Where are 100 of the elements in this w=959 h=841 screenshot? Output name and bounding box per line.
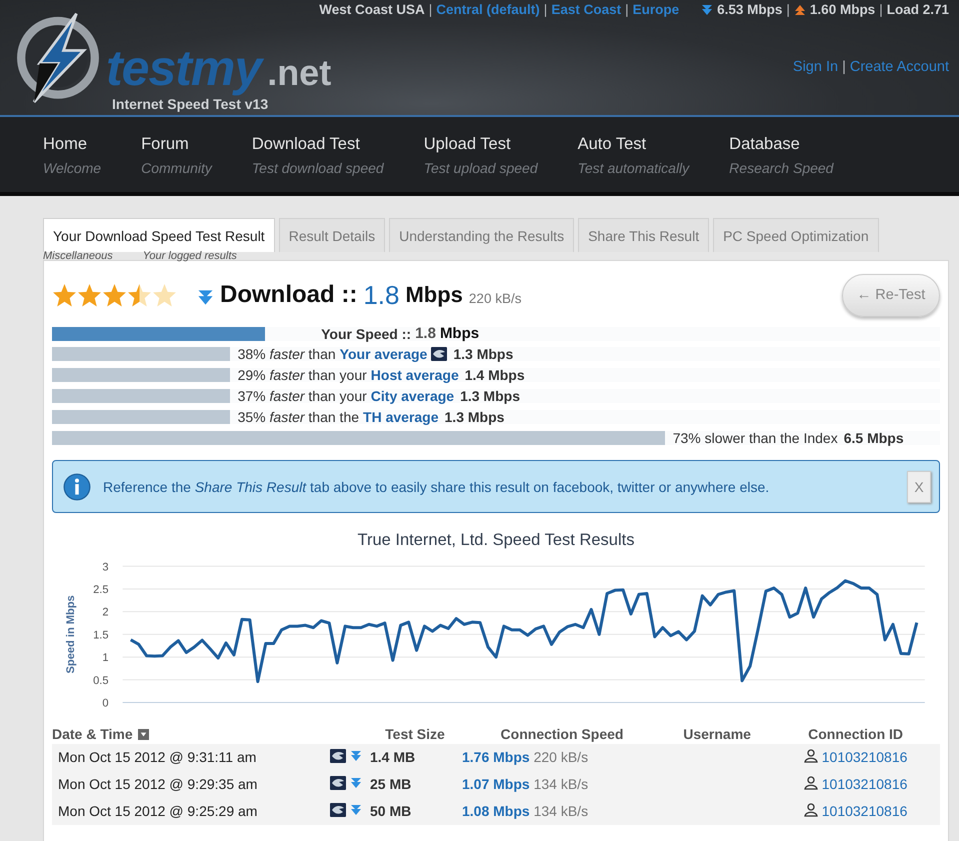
transfer-rate: 220 kB/s bbox=[534, 749, 588, 766]
nav-item[interactable]: Download Test Test download speed bbox=[252, 117, 384, 176]
y-tick-label: 0 bbox=[102, 698, 109, 710]
server-link[interactable]: Central (default) bbox=[436, 2, 540, 17]
connection-id-link[interactable]: 10103210816 bbox=[822, 776, 908, 792]
speed-link[interactable]: 1.76 Mbps bbox=[462, 749, 530, 766]
server-link[interactable]: Europe bbox=[632, 2, 680, 17]
bar-label: 38% faster than bbox=[238, 346, 336, 362]
separator: | bbox=[786, 2, 790, 17]
column-header: Username bbox=[683, 726, 751, 742]
separator: | bbox=[544, 2, 548, 17]
menu-subtitle: Miscellaneous bbox=[43, 252, 113, 260]
server-link[interactable]: East Coast bbox=[551, 2, 622, 17]
star-icon bbox=[52, 282, 77, 308]
retest-button[interactable]: ← Re-Test bbox=[842, 274, 940, 316]
nav-item[interactable]: Home Welcome bbox=[43, 117, 102, 176]
bar-value: 1.8 bbox=[415, 325, 436, 342]
tab[interactable]: PC Speed Optimization bbox=[713, 218, 879, 252]
download-speed: 6.53 Mbps bbox=[717, 2, 782, 17]
column-header: Test Size bbox=[385, 726, 445, 742]
account-link[interactable]: Create Account bbox=[850, 59, 949, 75]
y-tick-label: 1 bbox=[102, 652, 109, 664]
table-cell: 1.4 MB bbox=[369, 744, 461, 771]
download-arrow-icon bbox=[350, 777, 362, 790]
separator: | bbox=[879, 2, 883, 17]
table-cell: 50 MB bbox=[369, 798, 461, 825]
column-header: Connection ID bbox=[808, 726, 904, 742]
upload-speed: 1.60 Mbps bbox=[810, 2, 876, 17]
nav-item[interactable]: Forum Community bbox=[141, 117, 212, 176]
transfer-rate: 134 kB/s bbox=[534, 776, 588, 792]
transfer-rate: 134 kB/s bbox=[534, 803, 588, 820]
download-arrow-icon bbox=[701, 4, 714, 16]
y-axis-title: Speed in Mbps bbox=[65, 595, 78, 674]
bar-value: 1.3 Mbps bbox=[453, 346, 514, 362]
nav-item[interactable]: Upload Test Test upload speed bbox=[424, 117, 538, 176]
y-tick-label: 2 bbox=[102, 606, 109, 619]
sort-icon[interactable] bbox=[138, 728, 149, 740]
download-arrow-icon bbox=[197, 288, 214, 306]
speed-unit: Mbps bbox=[405, 282, 463, 308]
tab[interactable]: Your Download Speed Test Result bbox=[43, 218, 275, 252]
separator: | bbox=[625, 2, 629, 17]
upload-arrow-icon bbox=[794, 4, 806, 16]
logo-wordmark: testmy bbox=[106, 40, 268, 96]
transfer-rate: 220 kB/s bbox=[468, 290, 522, 306]
download-arrow-icon bbox=[350, 804, 362, 816]
team-logo-icon bbox=[330, 776, 346, 790]
nav-item[interactable]: Auto Test Test automatically bbox=[578, 117, 690, 176]
average-link[interactable]: TH average bbox=[363, 409, 439, 425]
tab[interactable]: Share This Result bbox=[578, 218, 710, 252]
bar-value: 1.3 Mbps bbox=[444, 409, 504, 425]
bar-label: 35% faster than the bbox=[238, 409, 360, 425]
connection-id-link[interactable]: 10103210816 bbox=[822, 803, 908, 820]
bar-label: 37% faster than your bbox=[238, 388, 367, 404]
bar-value: 1.4 Mbps bbox=[464, 367, 525, 383]
bar-value: 6.5 Mbps bbox=[844, 430, 904, 446]
bar-label: 73% slower than the Index bbox=[672, 430, 838, 446]
chart-title: True Internet, Ltd. Speed Test Results bbox=[356, 531, 636, 550]
server-load: Load 2.71 bbox=[886, 2, 949, 17]
bar-label: 29% faster than your bbox=[238, 367, 367, 383]
menu-subtitle: Your logged results bbox=[142, 252, 237, 260]
speed-link[interactable]: 1.07 Mbps bbox=[462, 776, 530, 792]
average-link[interactable]: City average bbox=[370, 388, 454, 404]
star-icon bbox=[77, 282, 102, 308]
nav-item[interactable]: Database Research Speed bbox=[729, 117, 834, 176]
bar-unit: Mbps bbox=[440, 325, 480, 342]
column-header: Connection Speed bbox=[500, 726, 624, 742]
average-link[interactable]: Your average bbox=[340, 346, 428, 362]
close-button[interactable]: X bbox=[907, 470, 931, 502]
bar-label: Your Speed :: bbox=[321, 326, 412, 342]
tab[interactable]: Understanding the Results bbox=[389, 218, 574, 252]
team-logo-icon bbox=[330, 802, 346, 817]
server-link[interactable]: West Coast USA bbox=[319, 2, 425, 17]
star-icon bbox=[127, 282, 152, 308]
team-logo-icon bbox=[330, 748, 346, 763]
y-tick-label: 1.5 bbox=[93, 629, 109, 642]
tab[interactable]: Result Details bbox=[278, 218, 386, 252]
separator: | bbox=[842, 59, 846, 75]
team-logo-icon bbox=[431, 347, 448, 361]
column-header[interactable]: Date & Time bbox=[52, 726, 133, 742]
user-icon bbox=[804, 749, 818, 764]
connection-id-link[interactable]: 10103210816 bbox=[822, 749, 908, 766]
star-icon bbox=[102, 282, 127, 308]
table-cell: Mon Oct 15 2012 @ 9:25:29 am bbox=[52, 798, 329, 825]
alert-message: Reference the Share This Result tab above to easily share this result on facebook, twitter or anywhere else. bbox=[103, 478, 770, 494]
speed-link[interactable]: 1.08 Mbps bbox=[462, 803, 530, 820]
y-tick-label: 3 bbox=[102, 561, 109, 574]
account-link[interactable]: Sign In bbox=[792, 59, 838, 75]
logo-tagline: Internet Speed Test v13 bbox=[112, 96, 270, 112]
user-icon bbox=[804, 803, 818, 818]
download-arrow-icon bbox=[350, 750, 362, 762]
separator: | bbox=[428, 2, 432, 17]
table-cell: 25 MB bbox=[369, 770, 461, 798]
download-speed-value: 1.8 bbox=[363, 280, 400, 310]
star-icon bbox=[152, 282, 177, 308]
average-link[interactable]: Host average bbox=[370, 367, 459, 383]
download-title: Download :: bbox=[220, 281, 358, 309]
logo-suffix: .net bbox=[267, 52, 332, 94]
table-cell: Mon Oct 15 2012 @ 9:31:11 am bbox=[52, 744, 329, 771]
y-tick-label: 2.5 bbox=[93, 584, 109, 596]
info-icon bbox=[63, 472, 91, 500]
